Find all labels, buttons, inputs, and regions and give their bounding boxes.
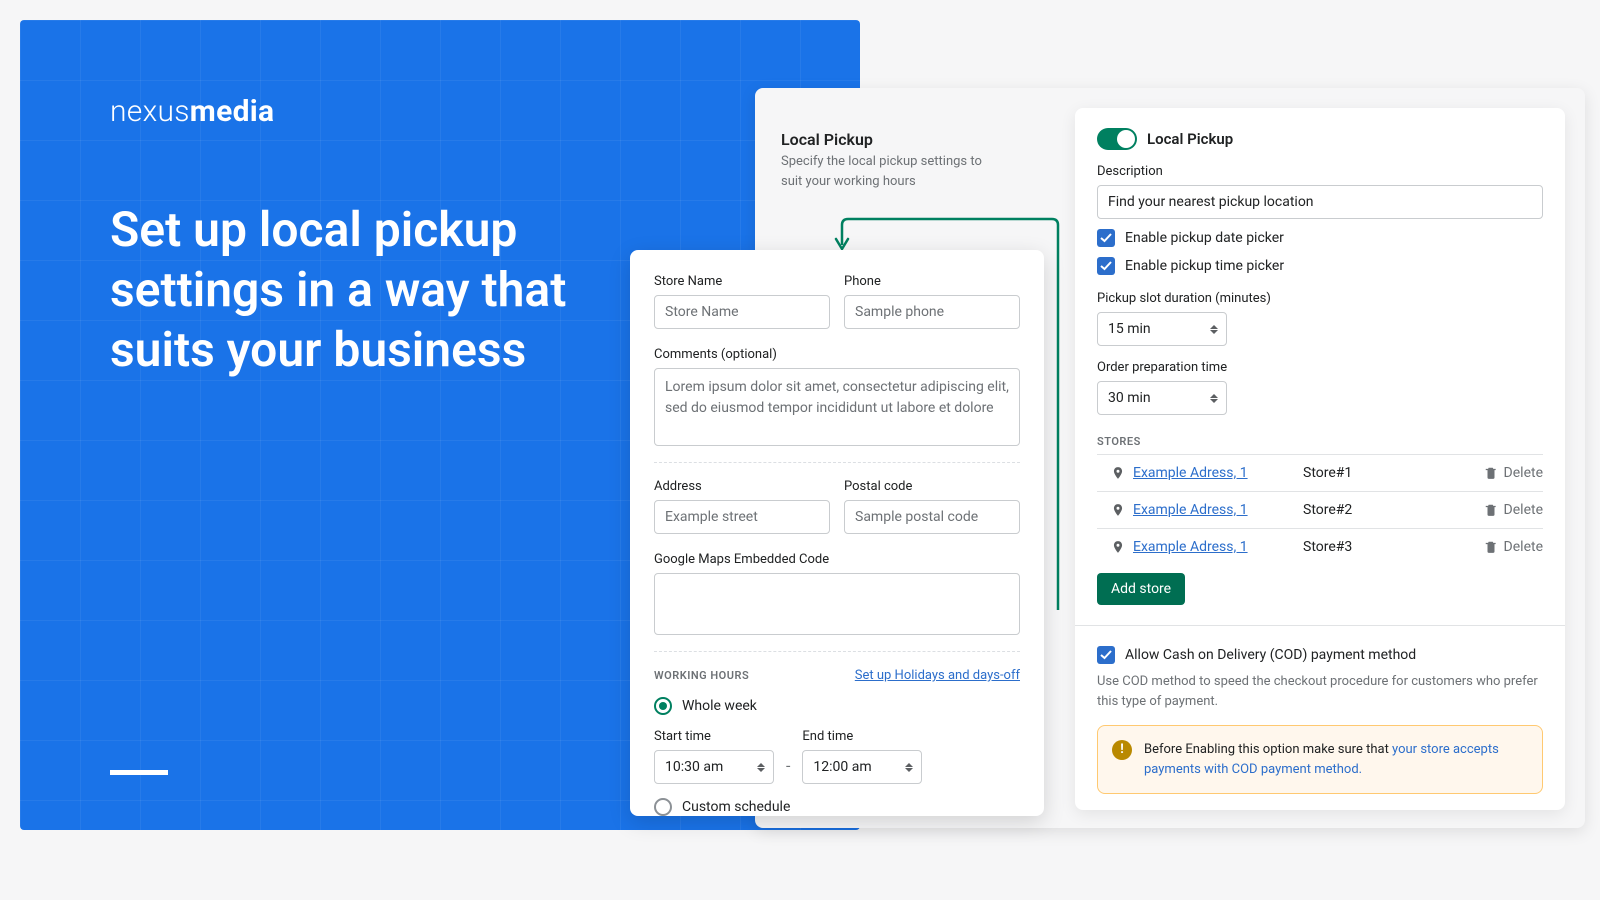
address-input[interactable]: Example street <box>654 500 830 534</box>
whole-week-radio[interactable] <box>654 697 672 715</box>
end-time-select[interactable]: 12:00 am <box>802 750 922 784</box>
warning-icon: ! <box>1112 740 1132 760</box>
maps-textarea[interactable] <box>654 573 1020 635</box>
local-pickup-title: Local Pickup <box>1147 130 1233 148</box>
store-row: Example Adress, 1Store#2Delete <box>1097 491 1543 528</box>
enable-date-checkbox[interactable] <box>1097 229 1115 247</box>
pin-icon <box>1111 503 1125 517</box>
bg-subtitle: Specify the local pickup settings to sui… <box>781 152 1001 191</box>
cod-checkbox[interactable] <box>1097 646 1115 664</box>
time-dash: - <box>786 756 790 784</box>
start-time-select[interactable]: 10:30 am <box>654 750 774 784</box>
description-label: Description <box>1097 164 1543 179</box>
prep-label: Order preparation time <box>1097 360 1543 375</box>
slot-select[interactable]: 15 min <box>1097 312 1227 346</box>
stepper-icon <box>757 761 765 773</box>
store-name-label: Store Name <box>654 274 830 289</box>
stepper-icon <box>1210 323 1218 335</box>
store-form-card: Store Name Store Name Phone Sample phone… <box>630 250 1044 816</box>
enable-time-checkbox[interactable] <box>1097 257 1115 275</box>
banner-text: Before Enabling this option make sure th… <box>1144 742 1392 757</box>
holidays-link[interactable]: Set up Holidays and days-off <box>855 668 1020 683</box>
store-name-input[interactable]: Store Name <box>654 295 830 329</box>
cod-label: Allow Cash on Delivery (COD) payment met… <box>1125 647 1416 663</box>
store-address-link[interactable]: Example Adress, 1 <box>1133 465 1303 481</box>
trash-icon <box>1484 503 1498 517</box>
delete-store-button[interactable]: Delete <box>1484 465 1543 481</box>
comments-textarea[interactable]: Lorem ipsum dolor sit amet, consectetur … <box>654 368 1020 446</box>
slot-label: Pickup slot duration (minutes) <box>1097 291 1543 306</box>
store-name: Store#3 <box>1303 539 1484 555</box>
divider <box>654 651 1020 652</box>
stepper-icon <box>905 761 913 773</box>
divider <box>1075 625 1565 626</box>
store-address-link[interactable]: Example Adress, 1 <box>1133 539 1303 555</box>
stores-section: STORES <box>1097 435 1543 448</box>
divider <box>654 462 1020 463</box>
pin-icon <box>1111 540 1125 554</box>
working-hours-section: WORKING HOURS <box>654 669 749 682</box>
description-input[interactable]: Find your nearest pickup location <box>1097 185 1543 219</box>
store-name: Store#2 <box>1303 502 1484 518</box>
add-store-button[interactable]: Add store <box>1097 573 1185 605</box>
trash-icon <box>1484 466 1498 480</box>
postal-input[interactable]: Sample postal code <box>844 500 1020 534</box>
end-time-label: End time <box>802 729 922 744</box>
cod-help-text: Use COD method to speed the checkout pro… <box>1097 672 1543 711</box>
store-address-link[interactable]: Example Adress, 1 <box>1133 502 1303 518</box>
prep-select[interactable]: 30 min <box>1097 381 1227 415</box>
pin-icon <box>1111 466 1125 480</box>
local-pickup-card: Local Pickup Description Find your neare… <box>1075 108 1565 810</box>
start-time-label: Start time <box>654 729 774 744</box>
store-row: Example Adress, 1Store#3Delete <box>1097 528 1543 565</box>
headline: Set up local pickup settings in a way th… <box>110 200 630 380</box>
custom-schedule-radio[interactable] <box>654 798 672 816</box>
stepper-icon <box>1210 392 1218 404</box>
phone-label: Phone <box>844 274 1020 289</box>
store-name: Store#1 <box>1303 465 1484 481</box>
warning-banner: ! Before Enabling this option make sure … <box>1097 725 1543 794</box>
local-pickup-toggle[interactable] <box>1097 128 1137 150</box>
whole-week-label: Whole week <box>682 698 757 714</box>
enable-date-label: Enable pickup date picker <box>1125 230 1284 246</box>
phone-input[interactable]: Sample phone <box>844 295 1020 329</box>
trash-icon <box>1484 540 1498 554</box>
custom-schedule-label: Custom schedule <box>682 799 790 815</box>
bg-title: Local Pickup <box>781 130 873 149</box>
enable-time-label: Enable pickup time picker <box>1125 258 1284 274</box>
postal-label: Postal code <box>844 479 1020 494</box>
address-label: Address <box>654 479 830 494</box>
store-row: Example Adress, 1Store#1Delete <box>1097 454 1543 491</box>
delete-store-button[interactable]: Delete <box>1484 539 1543 555</box>
maps-label: Google Maps Embedded Code <box>654 552 1020 567</box>
brand-logo: nexusmedia <box>110 94 274 129</box>
delete-store-button[interactable]: Delete <box>1484 502 1543 518</box>
divider <box>110 770 168 775</box>
comments-label: Comments (optional) <box>654 347 1020 362</box>
